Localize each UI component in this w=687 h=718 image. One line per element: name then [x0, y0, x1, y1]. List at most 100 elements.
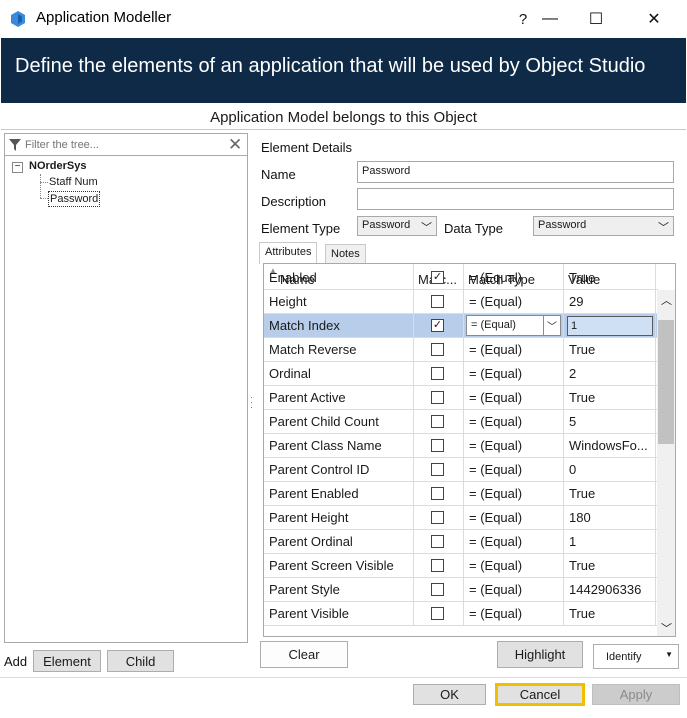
table-row[interactable]: Parent Visible = (Equal) True [264, 602, 658, 626]
value-cell[interactable]: True [564, 482, 656, 506]
table-row[interactable]: Parent Screen Visible = (Equal) True [264, 554, 658, 578]
match-type-cell[interactable]: = (Equal) [464, 338, 564, 362]
match-checkbox[interactable] [431, 559, 444, 572]
match-checkbox[interactable] [431, 391, 444, 404]
minimize-button[interactable]: — [530, 4, 570, 34]
value-cell[interactable]: 5 [564, 410, 656, 434]
tab-notes[interactable]: Notes [325, 244, 366, 264]
value-cell[interactable]: True [564, 266, 656, 290]
data-type-select[interactable]: Password ﹀ [533, 216, 674, 236]
add-child-button[interactable]: Child [107, 650, 174, 672]
match-type-cell[interactable]: = (Equal) ﹀ [464, 314, 564, 338]
match-type-cell[interactable]: = (Equal) [464, 458, 564, 482]
value-cell[interactable]: 1 [564, 314, 656, 338]
match-checkbox[interactable]: ✓ [431, 319, 444, 332]
table-row[interactable]: Parent Enabled = (Equal) True [264, 482, 658, 506]
match-type-cell[interactable]: = (Equal) [464, 386, 564, 410]
chevron-down-icon[interactable]: ﹀ [543, 316, 560, 335]
tree-root-item[interactable]: NOrderSys [29, 160, 86, 172]
value-input[interactable]: 1 [567, 316, 653, 336]
clear-button[interactable]: Clear [260, 641, 348, 668]
value-cell[interactable]: 0 [564, 458, 656, 482]
attribute-name-cell: Enabled [264, 266, 414, 290]
match-type-cell[interactable]: = (Equal) [464, 266, 564, 290]
value-cell[interactable]: WindowsFo... [564, 434, 656, 458]
table-row[interactable]: Parent Class Name = (Equal) WindowsFo... [264, 434, 658, 458]
description-field[interactable] [357, 188, 674, 210]
match-checkbox[interactable]: ✓ [431, 271, 444, 284]
table-row[interactable]: Enabled ✓ = (Equal) True [264, 266, 658, 290]
scroll-thumb[interactable] [658, 320, 674, 444]
value-cell[interactable]: 180 [564, 506, 656, 530]
name-label: Name [261, 167, 296, 182]
tab-attributes[interactable]: Attributes [259, 242, 318, 264]
match-type-cell[interactable]: = (Equal) [464, 290, 564, 314]
highlight-button[interactable]: Highlight [497, 641, 583, 668]
value-cell[interactable]: 2 [564, 362, 656, 386]
scroll-up-icon[interactable]: ︿ [661, 292, 672, 308]
dropdown-arrow-icon: ▼ [665, 650, 673, 659]
table-row[interactable]: Match Index ✓ = (Equal) ﹀ 1 [264, 314, 658, 338]
name-field[interactable]: Password [357, 161, 674, 183]
grid-scrollbar[interactable]: ︿ ﹀ [657, 290, 675, 636]
table-row[interactable]: Parent Height = (Equal) 180 [264, 506, 658, 530]
chevron-down-icon: ﹀ [658, 222, 669, 234]
match-checkbox[interactable] [431, 415, 444, 428]
attribute-name-cell: Parent Height [264, 506, 414, 530]
ok-button[interactable]: OK [413, 684, 486, 705]
table-row[interactable]: Height = (Equal) 29 [264, 290, 658, 314]
tree-item-password[interactable]: Password [48, 191, 101, 207]
cancel-button[interactable]: Cancel [495, 683, 585, 706]
value-cell[interactable]: 1442906336 [564, 578, 656, 602]
scroll-down-icon[interactable]: ﹀ [661, 620, 672, 636]
match-type-cell[interactable]: = (Equal) [464, 602, 564, 626]
table-row[interactable]: Parent Ordinal = (Equal) 1 [264, 530, 658, 554]
clear-filter-icon[interactable]: ✕ [228, 135, 242, 155]
match-type-cell[interactable]: = (Equal) [464, 410, 564, 434]
identify-dropdown[interactable]: Identify ▼ [593, 644, 679, 669]
value-cell[interactable]: True [564, 554, 656, 578]
table-row[interactable]: Parent Active = (Equal) True [264, 386, 658, 410]
maximize-button[interactable]: ☐ [576, 4, 616, 34]
match-type-cell[interactable]: = (Equal) [464, 482, 564, 506]
match-checkbox[interactable] [431, 583, 444, 596]
value-cell[interactable]: 29 [564, 290, 656, 314]
match-checkbox[interactable] [431, 607, 444, 620]
close-button[interactable]: ✕ [634, 4, 674, 34]
filter-input[interactable] [25, 136, 221, 154]
value-cell[interactable]: True [564, 338, 656, 362]
table-row[interactable]: Ordinal = (Equal) 2 [264, 362, 658, 386]
match-checkbox[interactable] [431, 343, 444, 356]
apply-button[interactable]: Apply [592, 684, 680, 705]
match-checkbox[interactable] [431, 295, 444, 308]
match-checkbox[interactable] [431, 535, 444, 548]
match-checkbox[interactable] [431, 511, 444, 524]
match-type-cell[interactable]: = (Equal) [464, 434, 564, 458]
attribute-name-cell: Parent Style [264, 578, 414, 602]
value-cell[interactable]: True [564, 602, 656, 626]
splitter-handle[interactable]: · · · [250, 393, 253, 412]
match-type-cell[interactable]: = (Equal) [464, 362, 564, 386]
match-type-cell[interactable]: = (Equal) [464, 578, 564, 602]
attribute-name-cell: Parent Visible [264, 602, 414, 626]
match-checkbox[interactable] [431, 367, 444, 380]
object-link[interactable]: Application Model belongs to this Object [1, 103, 686, 130]
table-row[interactable]: Parent Style = (Equal) 1442906336 [264, 578, 658, 602]
element-type-select[interactable]: Password ﹀ [357, 216, 437, 236]
match-type-cell[interactable]: = (Equal) [464, 554, 564, 578]
match-checkbox[interactable] [431, 463, 444, 476]
attribute-name-cell: Height [264, 290, 414, 314]
match-checkbox[interactable] [431, 487, 444, 500]
table-row[interactable]: Match Reverse = (Equal) True [264, 338, 658, 362]
value-cell[interactable]: 1 [564, 530, 656, 554]
value-cell[interactable]: True [564, 386, 656, 410]
match-type-cell[interactable]: = (Equal) [464, 506, 564, 530]
collapse-icon[interactable]: − [12, 162, 23, 173]
table-row[interactable]: Parent Child Count = (Equal) 5 [264, 410, 658, 434]
tree-item-staff-num[interactable]: Staff Num [49, 176, 98, 188]
add-element-button[interactable]: Element [33, 650, 101, 672]
tree-panel: ✕ − NOrderSys Staff Num Password [4, 133, 248, 643]
table-row[interactable]: Parent Control ID = (Equal) 0 [264, 458, 658, 482]
match-type-cell[interactable]: = (Equal) [464, 530, 564, 554]
match-checkbox[interactable] [431, 439, 444, 452]
